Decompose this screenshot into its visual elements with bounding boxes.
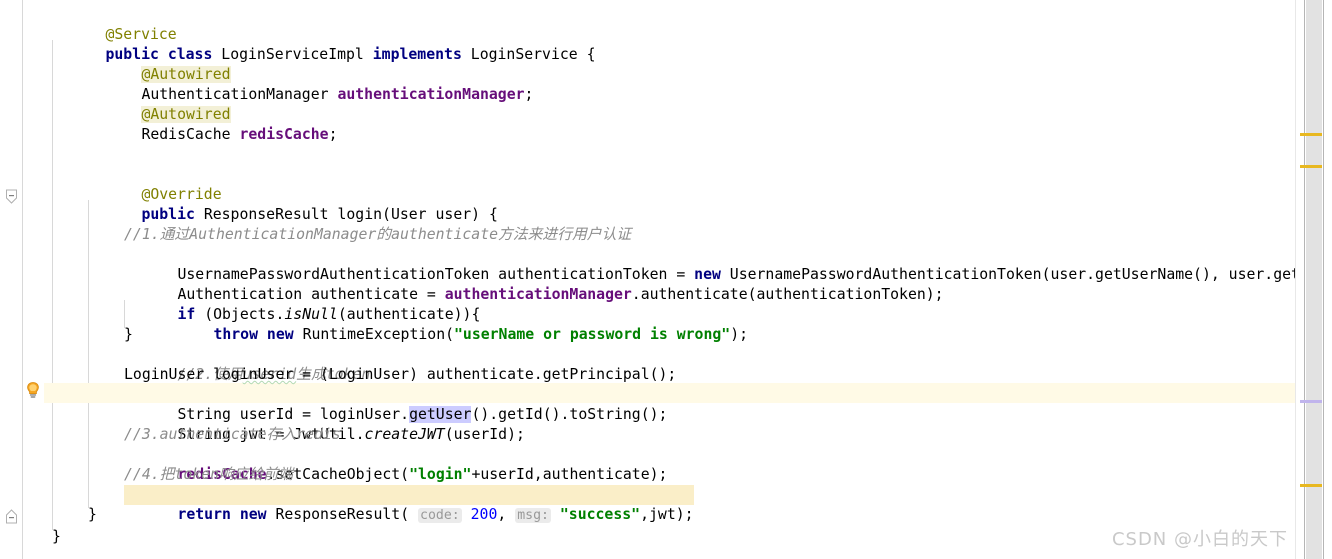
code-line[interactable]: String jwt = JwtUtil.createJWT(userId); [124, 405, 524, 443]
code-line[interactable]: RedisCache redisCache; [88, 105, 337, 143]
code-line[interactable]: AuthenticationManager authenticationMana… [88, 65, 533, 103]
scrollbar-border-left [1304, 0, 1305, 559]
code-line[interactable]: } [52, 527, 61, 547]
brace-open: { [586, 46, 596, 63]
method-name-login: login [337, 206, 383, 223]
intention-bulb-icon[interactable] [23, 380, 43, 400]
code-line[interactable]: } [124, 325, 133, 345]
gutter-divider-line [22, 0, 23, 559]
field-redis-cache: redisCache [239, 126, 329, 143]
inlay-hint-msg: msg: [515, 508, 551, 523]
interface-name: LoginService [470, 46, 578, 63]
param-user: user [435, 206, 472, 223]
type-user: User [390, 206, 427, 223]
arg-jwt: jwt [649, 506, 676, 523]
type-response-result: ResponseResult [203, 206, 329, 223]
code-line[interactable]: throw new RuntimeException("userName or … [160, 305, 748, 343]
number-200: 200 [470, 506, 498, 523]
fold-marker-method[interactable] [3, 188, 20, 205]
inlay-hint-code: code: [418, 508, 462, 523]
code-line[interactable]: @Override [88, 165, 221, 203]
marker-warning[interactable] [1300, 165, 1322, 168]
code-line[interactable]: @Autowired [88, 45, 231, 83]
keyword-throw: throw [213, 326, 258, 343]
scrollbar-track[interactable] [1306, 0, 1322, 559]
code-line[interactable]: public ResponseResult login(User user) { [88, 185, 497, 223]
keyword-new: new [266, 326, 294, 343]
code-line[interactable]: UsernamePasswordAuthenticationToken auth… [124, 245, 1296, 283]
watermark: CSDN @小白的天下 [1111, 529, 1288, 550]
code-editor[interactable]: @Service public class LoginServiceImpl i… [0, 0, 1332, 559]
indent-guide [52, 40, 53, 530]
code-line[interactable]: redisCache.setCacheObject("login"+userId… [124, 445, 667, 483]
marker-scrollbar[interactable] [1296, 0, 1332, 559]
keyword-public: public [141, 206, 195, 223]
code-line[interactable]: @Autowired [88, 85, 231, 123]
fold-marker-class[interactable] [3, 508, 20, 525]
indent-guide [88, 200, 89, 508]
string-wrong-credentials: "userName or password is wrong" [454, 326, 731, 343]
marker-selection[interactable] [1300, 400, 1322, 403]
code-line-return[interactable]: return new ResponseResult( code: 200, ms… [124, 485, 694, 523]
field-authentication-manager: authenticationManager [337, 86, 525, 103]
keyword-return: return [177, 506, 231, 523]
code-comment-2: //2.使用userid生成token [177, 366, 371, 383]
scrollbar-border-right [1323, 0, 1324, 559]
code-comment-1: //1.通过AuthenticationManager的authenticate… [124, 226, 632, 243]
code-comment-3: //3.authenticate存入redis [124, 426, 341, 443]
code-line[interactable]: String userId = loginUser.getUser().getI… [124, 385, 667, 423]
code-line[interactable]: Authentication authenticate = authentica… [124, 265, 943, 303]
marker-warning[interactable] [1300, 484, 1322, 487]
code-line[interactable]: if (Objects.isNull(authenticate)){ [124, 285, 480, 323]
code-line[interactable]: @Service [52, 5, 176, 43]
editor-gutter[interactable] [0, 0, 44, 559]
keyword-implements: implements [372, 46, 462, 63]
code-line[interactable]: LoginUser loginUser = (LoginUser) authen… [124, 365, 676, 385]
code-line[interactable]: public class LoginServiceImpl implements… [52, 25, 595, 63]
brace-open: { [488, 206, 498, 223]
code-comment-4: //4.把token响应给前端 [124, 466, 293, 483]
code-content[interactable]: @Service public class LoginServiceImpl i… [44, 0, 1296, 559]
class-name: LoginServiceImpl [221, 46, 364, 63]
type-redis-cache: RedisCache [141, 126, 231, 143]
marker-warning[interactable] [1300, 133, 1322, 136]
string-success: "success" [559, 506, 641, 523]
string-login: "login" [409, 466, 472, 483]
code-line[interactable]: } [88, 505, 97, 525]
keyword-new: new [239, 506, 267, 523]
